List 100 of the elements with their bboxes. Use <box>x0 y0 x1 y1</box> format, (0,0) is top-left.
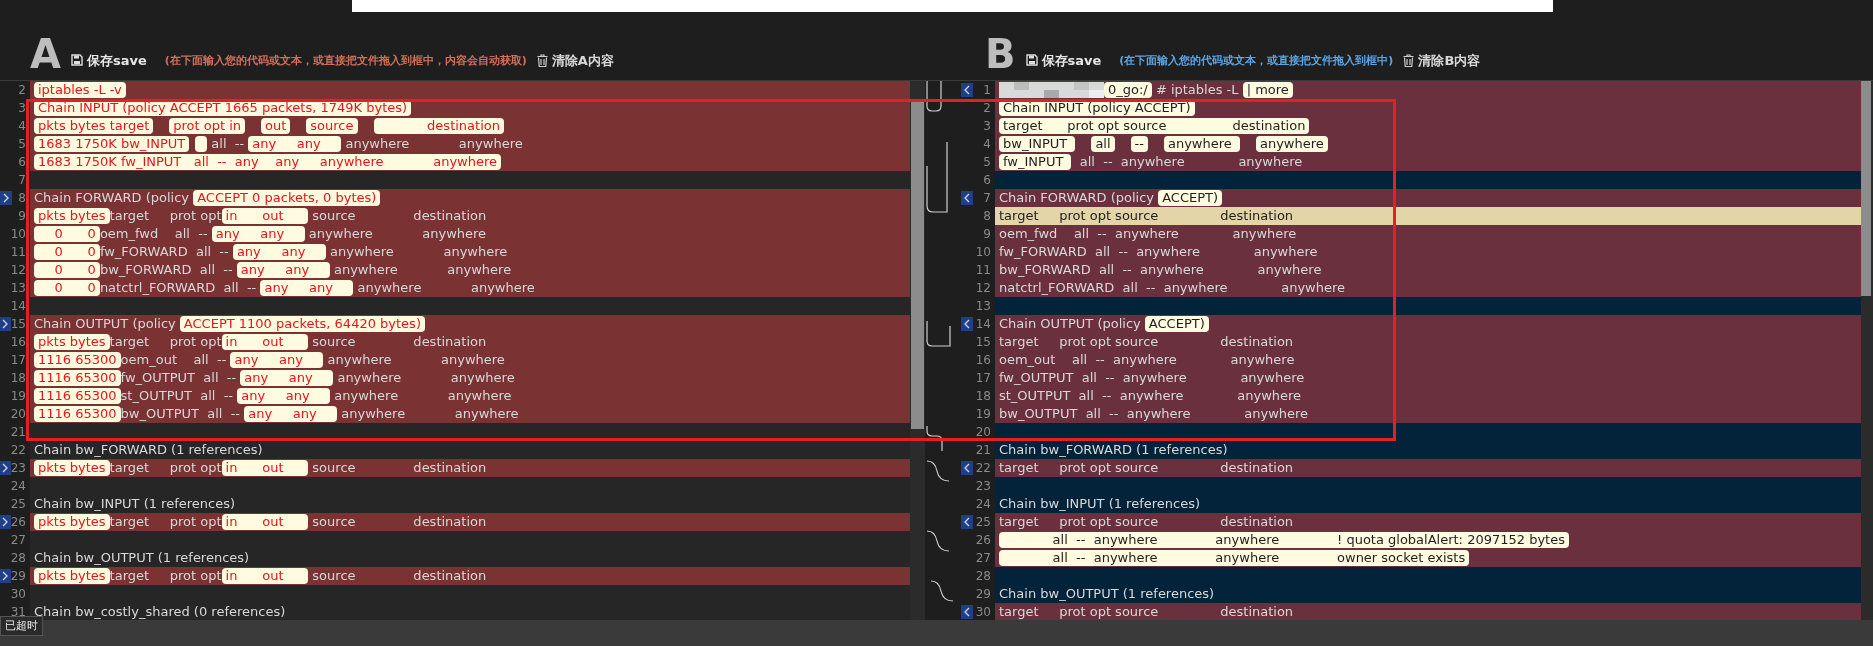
code-text: natctrl_FORWARD all -- anywhere anywhere <box>999 279 1346 298</box>
changed-text: pkts bytes target <box>34 118 154 134</box>
code-text: anywhere anywhere <box>336 369 515 388</box>
line-number: 28 <box>10 550 27 567</box>
line-number: 29 <box>974 586 992 603</box>
changed-text: prot opt in <box>169 118 246 134</box>
line-number: 30 <box>10 586 27 603</box>
changed-text: in out <box>221 460 309 476</box>
expand-arrow-icon[interactable] <box>0 461 11 475</box>
code-text: source destination <box>311 333 487 352</box>
line-number: 21 <box>974 442 992 459</box>
trash-icon <box>536 53 548 67</box>
line-number: 22 <box>974 460 992 477</box>
timeout-tooltip: 已超时 <box>0 615 43 636</box>
line-number: 24 <box>974 496 992 513</box>
code-text: source destination <box>311 459 487 478</box>
hint-text: (在下面输入您的代码或文本，或直接把文件拖入到框中) <box>1119 52 1394 69</box>
line-number: 25 <box>974 514 992 531</box>
line-number: 8 <box>982 208 992 225</box>
line-number: 20 <box>974 424 992 441</box>
line-number: 22 <box>10 442 27 459</box>
collapse-arrow-icon[interactable] <box>961 317 973 331</box>
code-text: anywhere anywhere <box>344 135 523 154</box>
changed-text: destination <box>373 118 504 134</box>
changed-text: all -- anywhere anywhere ! quota globalAlert: 2097152 bytes <box>999 532 1569 548</box>
code-text: fw_OUTPUT all -- anywhere anywhere <box>999 369 1305 388</box>
changed-text: 1116 65300 <box>34 388 121 404</box>
expand-arrow-icon[interactable] <box>0 191 12 205</box>
changed-text: ACCEPT 0 packets, 0 bytes) <box>193 190 381 206</box>
line-number: 15 <box>10 316 27 333</box>
line-number: 8 <box>17 190 27 207</box>
save-button[interactable]: 保存save <box>1025 50 1102 70</box>
changed-text: bw_INPUT <box>999 136 1076 152</box>
changed-text: ACCEPT) <box>1158 190 1223 206</box>
clear-button[interactable]: 清除A内容 <box>536 50 614 70</box>
code-text: target prot opt source destination <box>999 459 1294 478</box>
changed-text: pkts bytes <box>34 334 110 350</box>
changed-text: pkts bytes <box>34 514 110 530</box>
code-text: bw_OUTPUT all -- anywhere anywhere <box>999 405 1309 424</box>
code-text: all -- <box>210 135 246 154</box>
changed-text: any any <box>236 262 330 278</box>
collapse-arrow-icon[interactable] <box>961 83 973 97</box>
code-text: target prot opt <box>109 459 222 478</box>
line-number: 18 <box>974 388 992 405</box>
line-number: 6 <box>17 154 27 171</box>
changed-text: 0 0 <box>34 262 100 278</box>
changed-text: pkts bytes <box>34 568 110 584</box>
code-text: bw_FORWARD all -- <box>99 261 234 280</box>
pane-letter: B <box>985 34 1016 74</box>
line-number: 23 <box>974 478 992 495</box>
scrollbar-thumb[interactable] <box>1861 81 1871 296</box>
expand-arrow-icon[interactable] <box>0 317 11 331</box>
line-number: 9 <box>17 208 27 225</box>
line-number: 1 <box>982 82 992 99</box>
changed-text: anywhere <box>1163 136 1240 152</box>
changed-text: all <box>1091 136 1115 152</box>
line-number: 29 <box>10 568 27 585</box>
line-number: 4 <box>17 118 27 135</box>
line-number: 15 <box>974 334 992 351</box>
line-number: 27 <box>10 532 27 549</box>
line-number: 5 <box>982 154 992 171</box>
line-number: 4 <box>982 136 992 153</box>
line-number: 5 <box>17 136 27 153</box>
code-text: source destination <box>311 207 487 226</box>
line-number: 7 <box>982 190 992 207</box>
trash-icon <box>1403 53 1415 67</box>
changed-text: 0_go:/ <box>1104 82 1152 98</box>
line-number: 14 <box>974 316 992 333</box>
line-number: 2 <box>17 82 27 99</box>
line-number: 24 <box>10 478 27 495</box>
changed-text: ACCEPT 1100 packets, 64420 bytes) <box>179 316 425 332</box>
scrollbar-thumb[interactable] <box>911 99 924 429</box>
line-number: 17 <box>974 370 992 387</box>
line-number: 9 <box>982 226 992 243</box>
changed-text: in out <box>221 208 309 224</box>
line-number: 25 <box>10 496 27 513</box>
line-number: 7 <box>17 172 27 189</box>
collapse-arrow-icon[interactable] <box>961 191 973 205</box>
collapse-arrow-icon[interactable] <box>961 461 973 475</box>
clear-button[interactable]: 清除B内容 <box>1403 50 1481 70</box>
collapse-arrow-icon[interactable] <box>961 515 973 529</box>
collapse-arrow-icon[interactable] <box>961 605 973 619</box>
save-button[interactable]: 保存save <box>70 50 147 70</box>
expand-arrow-icon[interactable] <box>0 515 11 529</box>
code-text: fw_FORWARD all -- anywhere anywhere <box>999 243 1318 262</box>
changed-text: any any <box>244 406 338 422</box>
line-number: 14 <box>10 298 27 315</box>
changed-text: any any <box>248 136 342 152</box>
save-icon <box>70 54 83 67</box>
changed-text: 1116 65300 <box>34 370 121 386</box>
code-text: bw_OUTPUT all -- <box>120 405 242 424</box>
code-text: target prot opt <box>109 207 222 226</box>
line-number: 2 <box>982 100 992 117</box>
changed-text: 0 0 <box>34 280 100 296</box>
code-text: oem_out all -- <box>120 351 228 370</box>
line-number: 30 <box>974 604 992 621</box>
line-number: 17 <box>10 352 27 369</box>
changed-text: pkts bytes <box>34 460 110 476</box>
expand-arrow-icon[interactable] <box>0 569 11 583</box>
code-text: Chain bw_INPUT (1 references) <box>999 495 1201 514</box>
